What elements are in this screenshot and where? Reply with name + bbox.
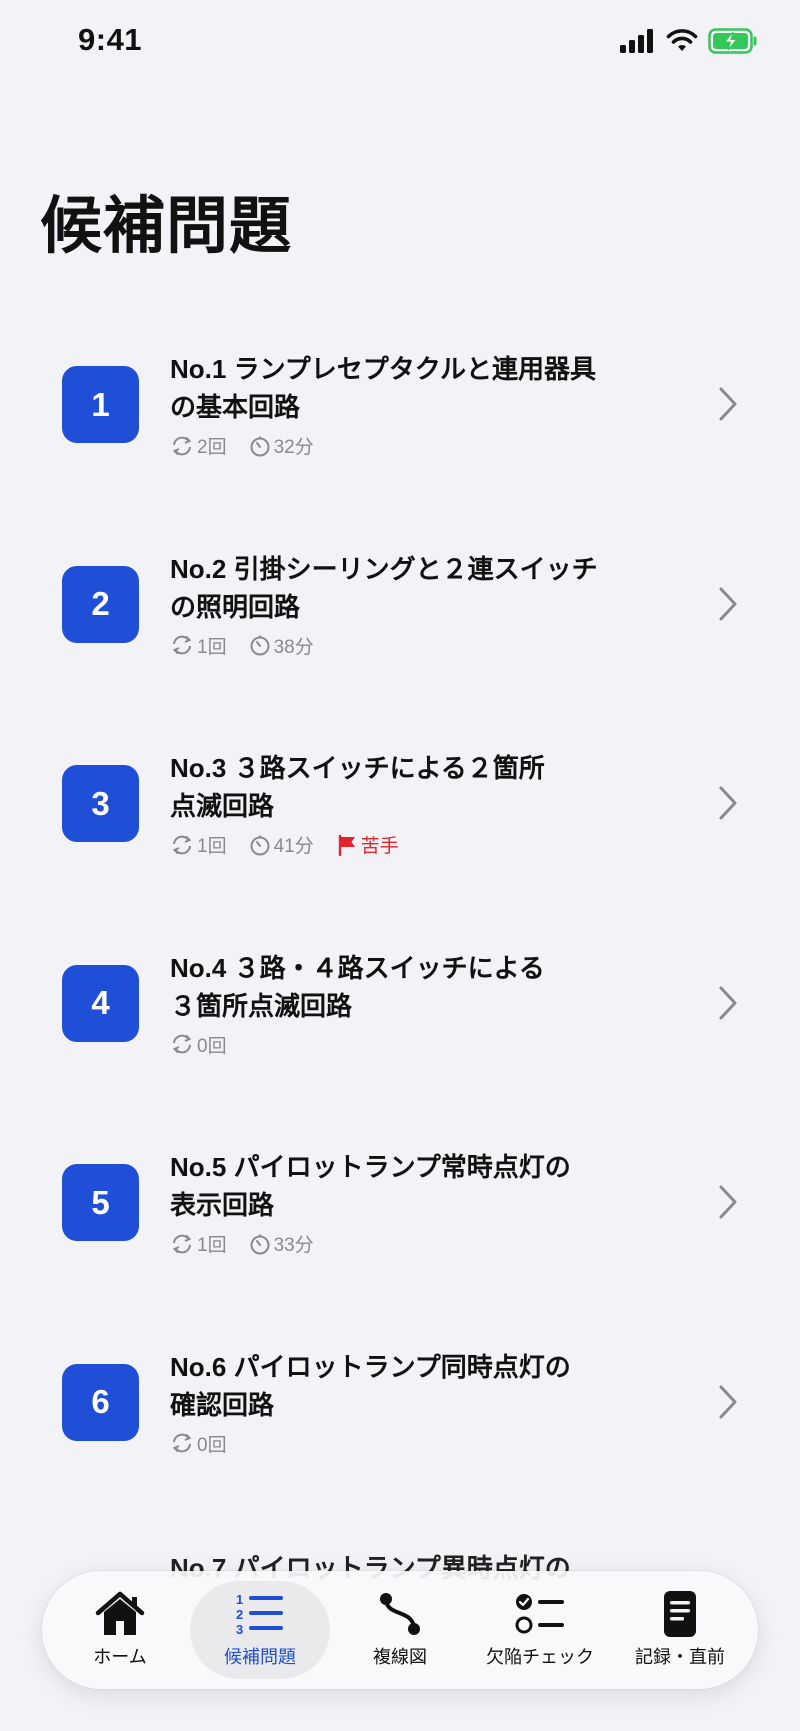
wifi-icon	[666, 29, 698, 51]
tab-records[interactable]: 記録・直前	[610, 1571, 750, 1689]
page-title: 候補問題	[40, 192, 293, 261]
list-item[interactable]: 1 No.1 ランプレセプタクルと連用器具 の基本回路 2回 32分	[0, 300, 800, 500]
repeat-icon	[172, 1434, 192, 1453]
attempt-count: 0回	[197, 1035, 227, 1057]
timer-icon	[250, 635, 270, 656]
chevron-right-icon	[719, 1385, 737, 1419]
time-spent: 33分	[273, 1235, 314, 1257]
list-item[interactable]: 3 No.3 ３路スイッチによる２箇所 点滅回路 1回 41分 苦手	[0, 699, 800, 899]
chevron-right-icon	[719, 587, 737, 621]
tab-defect-check[interactable]: 欠陥チェック	[470, 1571, 610, 1689]
svg-text:1: 1	[236, 1592, 243, 1607]
item-title: No.2 引掛シーリングと２連スイッチ の照明回路	[170, 553, 598, 622]
status-time: 9:41	[78, 22, 143, 57]
chevron-right-icon	[719, 1185, 737, 1219]
numbered-list-icon: 1 2 3	[236, 1592, 283, 1637]
list-item[interactable]: 2 No.2 引掛シーリングと２連スイッチ の照明回路 1回 38分	[0, 500, 800, 700]
number-badge: 2	[62, 565, 139, 643]
item-title: No.6 パイロットランプ同時点灯の 確認回路	[170, 1351, 571, 1420]
attempt-count: 1回	[197, 836, 227, 858]
number-badge: 4	[62, 964, 139, 1042]
problem-list: 1 No.1 ランプレセプタクルと連用器具 の基本回路 2回 32分 2 No.…	[0, 300, 800, 1498]
attempt-count: 1回	[197, 1235, 227, 1257]
item-meta: 1回 33分	[170, 1230, 314, 1257]
signal-icon	[620, 29, 653, 53]
checklist-icon	[515, 1594, 564, 1634]
wiring-path-icon	[380, 1593, 420, 1635]
item-title: No.4 ３路・４路スイッチによる ３箇所点滅回路	[170, 952, 545, 1021]
tab-label: 欠陥チェック	[486, 1647, 594, 1667]
tab-bar: ホーム 1 2 3 候補問題 複線図 欠陥チェック 記録・直前	[42, 1571, 758, 1689]
item-title: No.5 パイロットランプ常時点灯の 表示回路	[170, 1152, 571, 1221]
time-spent: 41分	[273, 836, 314, 858]
tab-label: ホーム	[93, 1647, 147, 1667]
item-meta: 0回	[170, 1031, 227, 1058]
item-meta: 1回 41分 苦手	[170, 831, 399, 858]
status-icons	[620, 28, 758, 54]
number-badge: 3	[62, 765, 139, 843]
tab-candidate-problems[interactable]: 1 2 3 候補問題	[190, 1571, 330, 1689]
repeat-icon	[172, 1234, 192, 1254]
timer-icon	[250, 1234, 270, 1255]
item-title: No.3 ３路スイッチによる２箇所 点滅回路	[170, 753, 545, 822]
repeat-icon	[172, 436, 192, 455]
document-icon	[664, 1591, 696, 1637]
chevron-right-icon	[719, 387, 737, 421]
timer-icon	[250, 436, 270, 456]
flag-icon	[338, 834, 355, 856]
tab-home[interactable]: ホーム	[50, 1571, 190, 1689]
repeat-icon	[172, 835, 192, 854]
item-meta: 2回 32分	[170, 432, 314, 459]
tab-label: 記録・直前	[635, 1647, 725, 1667]
attempt-count: 1回	[197, 636, 227, 658]
chevron-right-icon	[719, 986, 737, 1020]
list-item[interactable]: 5 No.5 パイロットランプ常時点灯の 表示回路 1回 33分	[0, 1098, 800, 1298]
attempt-count: 2回	[197, 437, 227, 458]
number-badge: 1	[62, 366, 139, 443]
status-bar: 9:41	[0, 0, 800, 90]
item-meta: 1回 38分	[170, 632, 314, 659]
weak-flag-label: 苦手	[360, 836, 399, 858]
tab-label: 候補問題	[224, 1647, 296, 1667]
time-spent: 38分	[273, 636, 314, 658]
time-spent: 32分	[273, 437, 314, 458]
svg-text:2: 2	[236, 1607, 243, 1622]
item-title: No.1 ランプレセプタクルと連用器具 の基本回路	[170, 354, 597, 422]
home-icon	[95, 1591, 145, 1635]
tab-label: 複線図	[373, 1647, 427, 1667]
list-item[interactable]: 4 No.4 ３路・４路スイッチによる ３箇所点滅回路 0回	[0, 899, 800, 1099]
number-badge: 5	[62, 1164, 139, 1242]
item-meta: 0回	[170, 1430, 227, 1457]
attempt-count: 0回	[197, 1434, 227, 1456]
number-badge: 6	[62, 1363, 139, 1441]
list-item[interactable]: 6 No.6 パイロットランプ同時点灯の 確認回路 0回	[0, 1298, 800, 1498]
repeat-icon	[172, 635, 192, 655]
chevron-right-icon	[719, 786, 737, 820]
timer-icon	[250, 835, 270, 856]
repeat-icon	[172, 1034, 192, 1054]
svg-text:3: 3	[236, 1622, 243, 1637]
battery-charging-icon	[708, 28, 757, 54]
tab-wiring-diagram[interactable]: 複線図	[330, 1571, 470, 1689]
